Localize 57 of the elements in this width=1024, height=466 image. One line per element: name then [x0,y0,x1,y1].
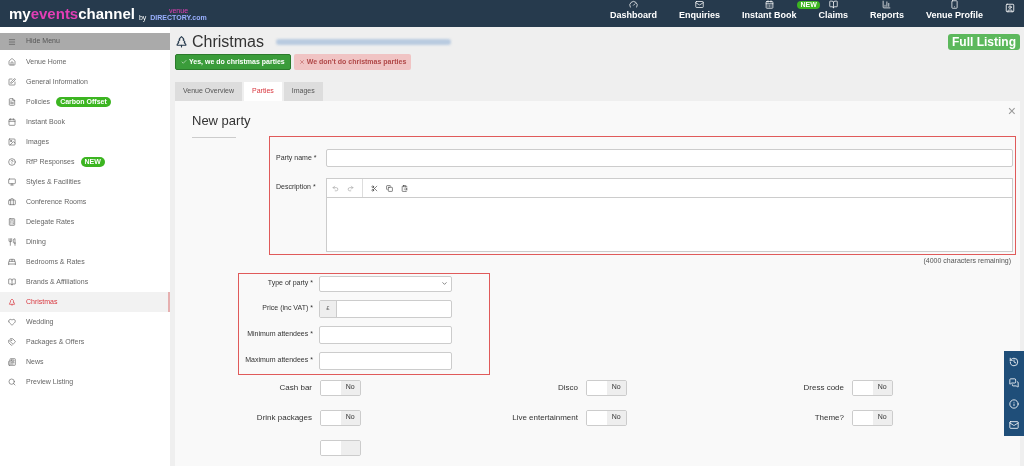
image-icon [8,138,16,146]
bed-icon [8,258,16,266]
monitor-icon [8,178,16,186]
listing-badge: Full Listing [948,33,1020,50]
nav-link[interactable]: Reports [869,0,904,27]
toggle-switch[interactable] [320,439,361,456]
nav-link[interactable]: Claims [818,0,848,27]
copy-icon [386,184,393,192]
number-input[interactable] [319,351,452,370]
toggle-label: Drink packages [255,411,313,424]
cut-icon [371,184,378,192]
chat-icon[interactable] [1009,378,1019,388]
newspaper-icon [8,358,16,366]
redo-icon [347,184,354,192]
nav-link[interactable]: Dashboard [609,0,657,27]
info-icon[interactable] [1009,399,1019,409]
toggle-label: Dress code [802,381,845,394]
history-icon[interactable] [1009,357,1019,367]
calendar-icon [764,0,774,9]
envelope-icon [694,0,704,9]
user-icon [1005,3,1015,13]
nav-link[interactable]: Instant Book [741,0,797,27]
document-icon [8,98,16,106]
party-name-input[interactable] [326,149,1013,167]
number-input[interactable] [319,325,452,344]
menu-icon [8,37,16,46]
paste-icon [401,184,408,192]
form-title: New party [192,112,252,130]
nav-link[interactable]: Venue Profile [925,0,983,27]
book-icon [828,0,838,9]
check-icon [181,59,187,65]
search-icon [8,378,16,386]
briefcase-icon [8,198,16,206]
heart-icon [8,318,16,326]
bar-chart-icon [882,0,892,9]
rich-text-editor[interactable] [326,178,1013,252]
tags-icon [8,338,16,346]
gauge-icon [628,0,638,9]
chevron-down-icon [441,280,448,287]
cross-icon [298,59,305,65]
toggle-label: Cash bar [278,381,313,394]
home-icon [8,58,16,66]
toggle-label: Disco [557,381,579,394]
envelope-icon[interactable] [1009,420,1019,430]
undo-icon [332,184,339,192]
cutlery-icon [8,238,16,246]
toggle-label: Live entertainment [511,411,579,424]
page-title: Christmas [192,31,264,52]
nav-link[interactable]: Enquiries [678,0,720,27]
calculator-icon [8,218,16,226]
party-type-select[interactable] [319,275,452,292]
toggle-label: Theme? [813,411,845,424]
edit-icon [8,78,16,86]
phone-icon [950,0,959,9]
calendar-icon [8,118,16,126]
book-icon [8,278,16,286]
logo[interactable]: myeventschannel [9,6,135,21]
